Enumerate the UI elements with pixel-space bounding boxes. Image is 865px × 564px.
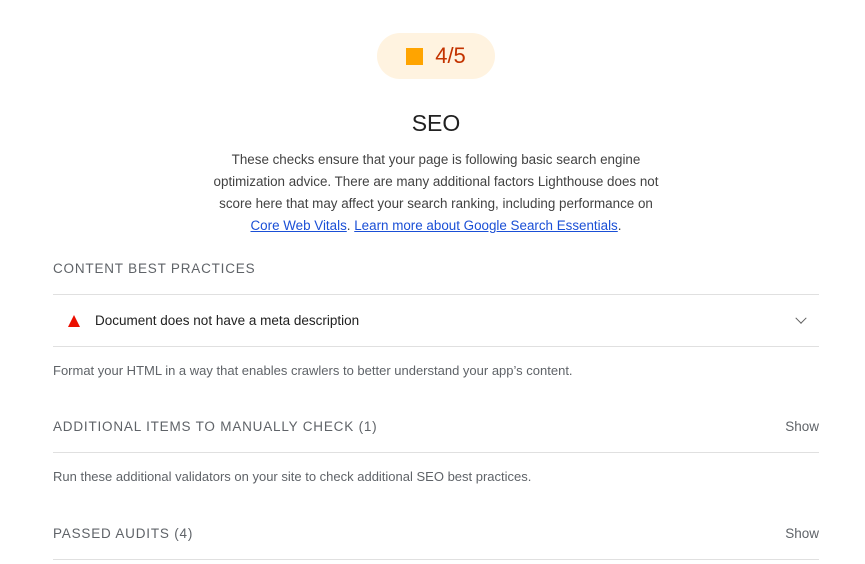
lighthouse-seo-category: 4/5 SEO These checks ensure that your pa… xyxy=(0,0,865,564)
learn-more-link[interactable]: Learn more about Google Search Essential… xyxy=(354,218,618,233)
group-title-wrap: PASSED AUDITS (4) xyxy=(53,526,193,541)
group-count: (4) xyxy=(174,526,194,541)
group-title: PASSED AUDITS xyxy=(53,526,170,541)
show-manual-button[interactable]: Show xyxy=(785,419,819,434)
group-title-wrap: ADDITIONAL ITEMS TO MANUALLY CHECK (1) xyxy=(53,419,377,434)
group-header-content-best-practices: CONTENT BEST PRACTICES xyxy=(53,261,819,276)
divider xyxy=(53,452,819,453)
core-web-vitals-link[interactable]: Core Web Vitals xyxy=(251,218,347,233)
audit-title: Document does not have a meta descriptio… xyxy=(95,313,360,328)
group-header-manual-checks[interactable]: ADDITIONAL ITEMS TO MANUALLY CHECK (1) S… xyxy=(53,419,819,434)
description-text: These checks ensure that your page is fo… xyxy=(213,152,659,211)
audit-meta-description[interactable]: Document does not have a meta descriptio… xyxy=(53,295,819,346)
group-description: Format your HTML in a way that enables c… xyxy=(53,363,573,378)
group-count: (1) xyxy=(358,419,378,434)
description-end: . xyxy=(617,218,622,233)
divider xyxy=(53,346,819,347)
chevron-down-icon[interactable] xyxy=(795,312,807,324)
divider xyxy=(53,559,819,560)
group-description: Run these additional validators on your … xyxy=(53,469,532,484)
group-title: CONTENT BEST PRACTICES xyxy=(53,261,256,276)
fail-triangle-icon xyxy=(68,314,80,327)
category-description: These checks ensure that your page is fo… xyxy=(205,149,667,237)
category-title: SEO xyxy=(411,110,461,136)
score-badge: 4/5 xyxy=(377,33,495,79)
description-separator: . xyxy=(346,218,351,233)
group-header-passed-audits[interactable]: PASSED AUDITS (4) Show xyxy=(53,526,819,541)
score-value: 4/5 xyxy=(435,43,466,68)
show-passed-button[interactable]: Show xyxy=(785,526,819,541)
group-title: ADDITIONAL ITEMS TO MANUALLY CHECK xyxy=(53,419,355,434)
score-square-icon xyxy=(406,47,424,65)
